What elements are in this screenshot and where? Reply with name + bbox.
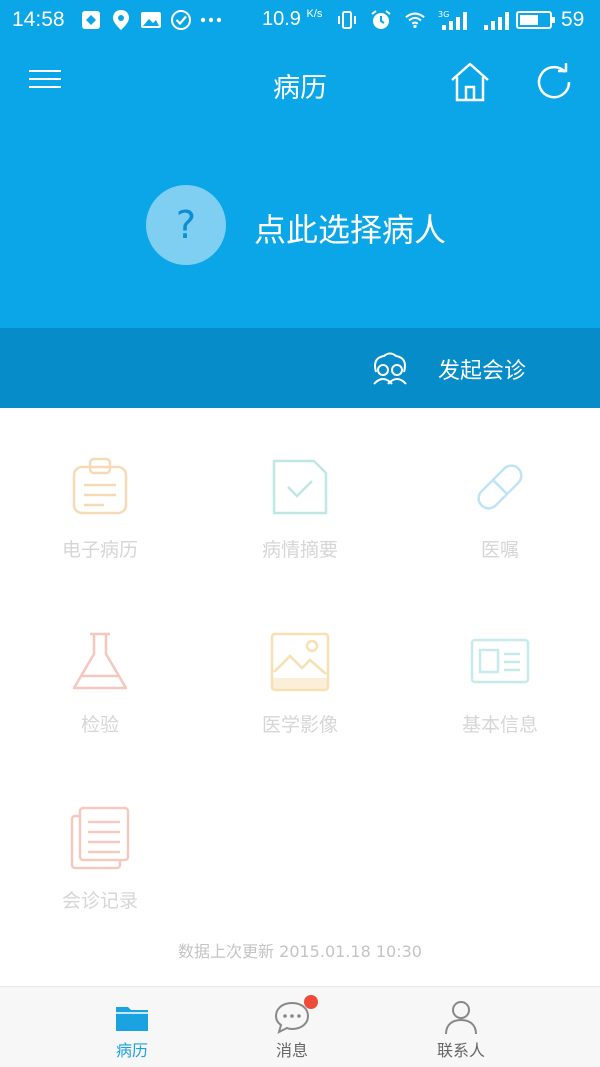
status-time: 14:58	[12, 8, 65, 31]
person-icon	[445, 1001, 477, 1035]
id-card-icon	[470, 638, 530, 684]
tab-records[interactable]: 病历	[72, 987, 192, 1067]
select-patient-label: 点此选择病人	[254, 211, 447, 249]
home-button[interactable]	[446, 58, 494, 106]
refresh-button[interactable]	[532, 60, 576, 104]
gallery-icon	[140, 9, 162, 31]
battery-level: 59	[561, 8, 585, 31]
grid-label-imaging: 医学影像	[261, 714, 338, 736]
unread-badge	[304, 995, 318, 1009]
grid-item-basic-info[interactable]: 基本信息	[400, 630, 600, 770]
app-notification-icon	[80, 9, 102, 31]
notification-icons	[80, 9, 222, 31]
clipboard-icon	[72, 457, 128, 515]
start-consult-button[interactable]: 发起会诊	[368, 346, 548, 390]
grid-item-imaging[interactable]: 医学影像	[200, 630, 400, 770]
tab-messages[interactable]: 消息	[232, 987, 352, 1067]
alarm-icon	[370, 9, 392, 31]
grid-item-lab[interactable]: 检验	[0, 630, 200, 770]
wifi-icon	[404, 9, 426, 31]
tab-label-messages: 消息	[275, 1041, 308, 1060]
tab-bar: 病历 消息 联系人	[0, 986, 600, 1067]
more-icon	[200, 9, 222, 31]
nav-bar: 病历	[0, 42, 600, 122]
grid-label-basic-info: 基本信息	[461, 714, 538, 736]
tab-label-contacts: 联系人	[436, 1041, 485, 1060]
grid-label-lab: 检验	[80, 714, 119, 736]
page-title: 病历	[273, 73, 327, 104]
location-icon	[110, 9, 132, 31]
pill-icon	[477, 464, 523, 510]
grid-label-summary: 病情摘要	[261, 539, 338, 561]
grid-label-emr: 电子病历	[61, 539, 138, 561]
system-icons: 3G	[336, 9, 512, 31]
tab-label-records: 病历	[115, 1041, 148, 1060]
status-bar: 14:58 10.9 K/s 3G 59	[0, 0, 600, 42]
net-speed-unit: K/s	[306, 8, 323, 20]
image-icon	[270, 632, 330, 692]
grid-label-consult-records: 会诊记录	[61, 890, 138, 912]
folder-icon	[116, 1007, 148, 1031]
signal-icon	[482, 9, 512, 31]
net-speed-value: 10.9	[262, 8, 301, 30]
start-consult-label: 发起会诊	[438, 359, 527, 384]
signal-3g-icon: 3G	[438, 9, 470, 31]
grid-item-consult-records[interactable]: 会诊记录	[0, 806, 200, 946]
tab-contacts[interactable]: 联系人	[401, 987, 521, 1067]
grid-item-emr[interactable]: 电子病历	[0, 455, 200, 595]
refresh-icon	[537, 63, 571, 99]
grid-item-orders[interactable]: 医嘱	[400, 455, 600, 595]
select-patient-button[interactable]: ? 点此选择病人	[146, 185, 476, 267]
signal-type-label: 3G	[438, 10, 449, 19]
check-circle-icon	[170, 9, 192, 31]
last-update-text: 数据上次更新 2015.01.18 10:30	[178, 942, 422, 961]
checked-document-icon	[272, 459, 328, 515]
flask-icon	[72, 632, 128, 690]
vibrate-icon	[336, 9, 358, 31]
battery-icon	[516, 10, 556, 35]
group-icon	[373, 352, 407, 385]
header: 14:58 10.9 K/s 3G 59 病历 ? 点此选择病人	[0, 0, 600, 328]
net-speed: 10.9 K/s	[262, 8, 322, 31]
grid-label-orders: 医嘱	[480, 539, 519, 561]
records-icon	[70, 806, 130, 870]
grid-item-summary[interactable]: 病情摘要	[200, 455, 400, 595]
question-icon: ?	[146, 185, 226, 265]
home-icon	[451, 62, 489, 102]
consult-bar: 发起会诊	[0, 328, 600, 408]
